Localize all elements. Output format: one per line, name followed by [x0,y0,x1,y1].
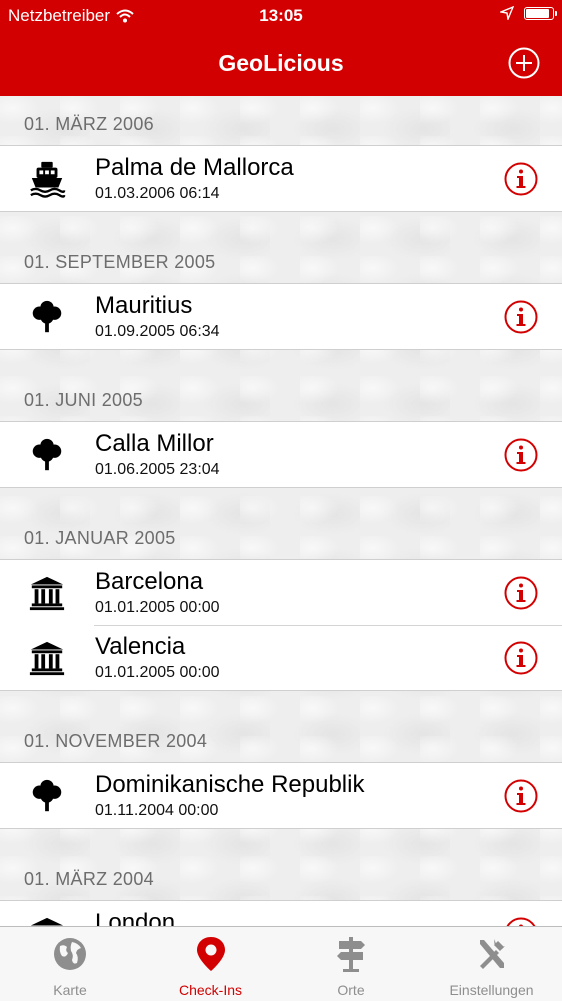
tab-bar: Karte Check-Ins Orte Einstellungen [0,926,562,1001]
checkin-row[interactable]: London [0,901,562,926]
tab-karte[interactable]: Karte [0,927,140,1001]
checkin-place-name: London [95,909,176,926]
checkin-date: 01.11.2004 00:00 [95,802,219,819]
tree-icon [28,777,66,815]
section-gap [0,487,562,510]
section-header: 01. MÄRZ 2004 [0,851,562,901]
tab-check-ins[interactable]: Check-Ins [141,927,281,1001]
checkin-place-name: Barcelona [95,568,204,595]
section-header: 01. NOVEMBER 2004 [0,713,562,763]
info-icon[interactable] [504,641,538,675]
checkin-row[interactable]: Mauritius 01.09.2005 06:34 [0,284,562,349]
section-gap [0,211,562,234]
tree-icon [28,298,66,336]
checkin-row[interactable]: Barcelona 01.01.2005 00:00 [0,560,562,625]
plus-circle-icon[interactable] [508,47,540,79]
tools-icon [474,935,510,973]
info-icon[interactable] [504,162,538,196]
status-bar: Netzbetreiber 13:05 [0,0,562,32]
status-right-group [500,6,557,20]
battery-fill [526,8,549,18]
tab-orte[interactable]: Orte [281,927,421,1001]
museum-icon [28,639,66,677]
status-time: 13:05 [259,6,303,25]
checkin-date: 01.01.2005 00:00 [95,664,220,681]
section-header: 01. MÄRZ 2006 [0,96,562,146]
info-icon[interactable] [504,779,538,813]
checkin-date: 01.09.2005 06:34 [95,323,220,340]
checkin-date: 01.06.2005 23:04 [95,461,220,478]
tab-einstellungen[interactable]: Einstellungen [422,927,562,1001]
checkin-place-name: Dominikanische Republik [95,771,365,798]
checkin-date: 01.03.2006 06:14 [95,185,220,202]
info-icon[interactable] [504,438,538,472]
checkin-row[interactable]: Dominikanische Republik 01.11.2004 00:00 [0,763,562,828]
section-gap [0,690,562,713]
battery-icon [524,6,557,20]
page-title: GeoLicious [218,50,344,76]
checkin-place-name: Mauritius [95,292,193,319]
info-icon[interactable] [504,917,538,926]
nav-bar: GeoLicious [0,32,562,96]
checkin-place-name: Palma de Mallorca [95,154,294,181]
checkin-list[interactable]: 01. MÄRZ 2006 Palma de Mallorca 01.03.2006… [0,96,562,926]
location-arrow-icon [500,6,514,20]
tab-label: Check-Ins [178,982,243,998]
signpost-icon [333,935,369,973]
museum-icon [28,915,66,926]
checkin-date: 01.01.2005 00:00 [95,599,220,616]
tab-label: Einstellungen [449,982,534,998]
section-gap [0,828,562,851]
section-gap [0,349,562,372]
info-icon[interactable] [504,300,538,334]
museum-icon [28,574,66,612]
map-pin-icon [193,935,229,973]
checkin-place-name: Valencia [95,633,186,660]
info-icon[interactable] [504,576,538,610]
tab-label: Orte [337,982,365,998]
globe-icon [52,935,88,973]
ship-icon [28,160,66,198]
section-header: 01. JUNI 2005 [0,372,562,422]
checkin-row[interactable]: Valencia 01.01.2005 00:00 [0,625,562,690]
checkin-row[interactable]: Palma de Mallorca 01.03.2006 06:14 [0,146,562,211]
checkin-place-name: Calla Millor [95,430,214,457]
tree-icon [28,436,66,474]
tab-label: Karte [53,982,87,998]
section-header: 01. JANUAR 2005 [0,510,562,560]
checkin-row[interactable]: Calla Millor 01.06.2005 23:04 [0,422,562,487]
section-header: 01. SEPTEMBER 2005 [0,234,562,284]
